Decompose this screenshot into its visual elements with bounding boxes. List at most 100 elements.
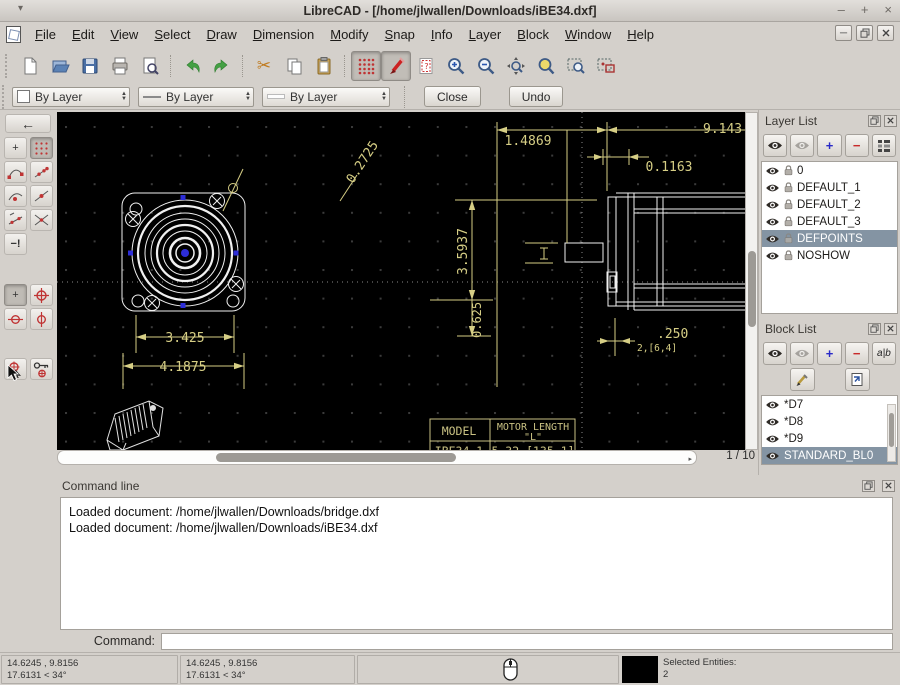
- lock-icon[interactable]: [784, 216, 793, 227]
- vertical-scrollbar-thumb[interactable]: [748, 251, 756, 327]
- restrict-vertical-icon[interactable]: [30, 308, 53, 330]
- new-document-icon[interactable]: [15, 51, 45, 81]
- zoom-auto-icon[interactable]: [531, 51, 561, 81]
- menu-dimension[interactable]: Dimension: [245, 24, 322, 45]
- window-menu-arrow[interactable]: ▾: [18, 3, 23, 14]
- snap-endpoints-icon[interactable]: [4, 161, 27, 183]
- lock-icon[interactable]: [784, 199, 793, 210]
- pen-linetype-combobox[interactable]: By Layer ▲▼: [262, 87, 390, 107]
- grid-toggle-icon[interactable]: [351, 51, 381, 81]
- rename-block-icon[interactable]: a|b: [872, 342, 896, 365]
- zoom-window-icon[interactable]: [561, 51, 591, 81]
- lock-icon[interactable]: [784, 233, 793, 244]
- menu-draw[interactable]: Draw: [198, 24, 244, 45]
- command-history[interactable]: Loaded document: /home/jlwallen/Download…: [60, 497, 893, 630]
- copy-icon[interactable]: [279, 51, 309, 81]
- menu-snap[interactable]: Snap: [377, 24, 423, 45]
- block-list-scrollbar[interactable]: [887, 404, 896, 462]
- eye-icon[interactable]: [765, 200, 780, 210]
- paste-icon[interactable]: [309, 51, 339, 81]
- eye-icon[interactable]: [765, 217, 780, 227]
- menu-file[interactable]: File: [27, 24, 64, 45]
- menu-window[interactable]: Window: [557, 24, 619, 45]
- eye-icon[interactable]: [765, 183, 780, 193]
- snap-grid-icon[interactable]: [30, 137, 53, 159]
- menu-info[interactable]: Info: [423, 24, 461, 45]
- block-row[interactable]: *D9: [762, 430, 897, 447]
- horizontal-scrollbar[interactable]: ▸: [57, 450, 697, 465]
- eye-icon[interactable]: [765, 234, 780, 244]
- undo-action-button[interactable]: Undo: [509, 86, 564, 107]
- block-row-selected[interactable]: STANDARD_BL0: [762, 447, 897, 464]
- add-layer-icon[interactable]: +: [817, 134, 841, 157]
- menu-select[interactable]: Select: [146, 24, 198, 45]
- float-panel-icon[interactable]: [868, 323, 881, 335]
- pen-width-combobox[interactable]: By Layer ▲▼: [138, 87, 254, 107]
- hide-all-blocks-icon[interactable]: [790, 342, 814, 365]
- menu-view[interactable]: View: [102, 24, 146, 45]
- lock-icon[interactable]: [784, 250, 793, 261]
- eye-icon[interactable]: [765, 166, 780, 176]
- close-button[interactable]: ×: [884, 2, 892, 17]
- vertical-scrollbar[interactable]: [745, 112, 758, 450]
- mdi-minimize-button[interactable]: ─: [835, 25, 852, 41]
- eye-icon[interactable]: [765, 400, 780, 410]
- toolbar-handle[interactable]: [2, 85, 9, 109]
- draw-pen-icon[interactable]: [381, 51, 411, 81]
- snap-center-icon[interactable]: [4, 185, 27, 207]
- lock-relative-zero-icon[interactable]: [30, 358, 53, 380]
- menu-modify[interactable]: Modify: [322, 24, 376, 45]
- lock-icon[interactable]: [784, 165, 793, 176]
- horizontal-scrollbar-thumb[interactable]: [216, 453, 456, 462]
- snap-intersection-icon[interactable]: [30, 209, 53, 231]
- redo-icon[interactable]: [207, 51, 237, 81]
- block-row[interactable]: *D7: [762, 396, 897, 413]
- mdi-restore-button[interactable]: [856, 25, 873, 41]
- modify-layer-icon[interactable]: [872, 134, 896, 157]
- set-relative-zero-icon[interactable]: [30, 284, 53, 306]
- entity-attributes-icon[interactable]: ?: [411, 51, 441, 81]
- insert-block-icon[interactable]: [845, 368, 870, 391]
- layer-row-selected[interactable]: DEFPOINTS: [762, 230, 897, 247]
- restrict-horizontal-icon[interactable]: [4, 308, 27, 330]
- eye-icon[interactable]: [765, 417, 780, 427]
- edit-block-icon[interactable]: [790, 368, 815, 391]
- snap-free-icon[interactable]: +: [4, 137, 27, 159]
- hide-all-layers-icon[interactable]: [790, 134, 814, 157]
- show-all-blocks-icon[interactable]: [763, 342, 787, 365]
- restrict-nothing-icon[interactable]: −!: [4, 233, 27, 255]
- close-action-button[interactable]: Close: [424, 86, 481, 107]
- mdi-close-button[interactable]: [877, 25, 894, 41]
- show-all-layers-icon[interactable]: [763, 134, 787, 157]
- remove-block-icon[interactable]: −: [845, 342, 869, 365]
- undo-icon[interactable]: [177, 51, 207, 81]
- zoom-pan-icon[interactable]: [591, 51, 621, 81]
- menu-edit[interactable]: Edit: [64, 24, 102, 45]
- layer-row[interactable]: DEFAULT_2: [762, 196, 897, 213]
- eye-icon[interactable]: [765, 251, 780, 261]
- menu-layer[interactable]: Layer: [461, 24, 510, 45]
- zoom-in-icon[interactable]: [441, 51, 471, 81]
- layer-row[interactable]: DEFAULT_1: [762, 179, 897, 196]
- close-panel-icon[interactable]: [882, 480, 895, 492]
- print-icon[interactable]: [105, 51, 135, 81]
- back-icon[interactable]: ←: [5, 114, 51, 133]
- float-panel-icon[interactable]: [868, 115, 881, 127]
- minimize-button[interactable]: –: [838, 2, 845, 17]
- command-input[interactable]: [161, 633, 893, 650]
- close-panel-icon[interactable]: [884, 323, 897, 335]
- float-panel-icon[interactable]: [862, 480, 875, 492]
- save-icon[interactable]: [75, 51, 105, 81]
- block-row[interactable]: *D8: [762, 413, 897, 430]
- maximize-button[interactable]: +: [861, 2, 869, 17]
- relative-zero-icon[interactable]: +: [4, 284, 27, 306]
- snap-distance-icon[interactable]: [4, 209, 27, 231]
- layer-row[interactable]: NOSHOW: [762, 247, 897, 264]
- menu-block[interactable]: Block: [509, 24, 557, 45]
- pen-color-combobox[interactable]: By Layer ▲▼: [12, 87, 130, 107]
- zoom-redraw-icon[interactable]: [501, 51, 531, 81]
- snap-on-entity-icon[interactable]: [30, 161, 53, 183]
- zoom-out-icon[interactable]: [471, 51, 501, 81]
- eye-icon[interactable]: [765, 434, 780, 444]
- toolbar-handle[interactable]: [5, 54, 12, 78]
